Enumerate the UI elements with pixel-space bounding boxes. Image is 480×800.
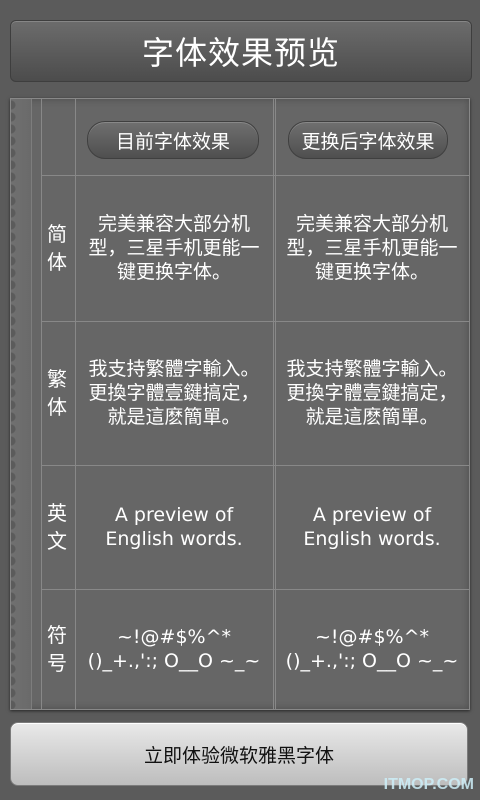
- new-symbols-cell: ~!@#$%^*()_+.,':; O__O ~_~: [285, 626, 459, 672]
- title-bar: 字体效果预览: [10, 20, 472, 82]
- current-english-cell: A preview of English words.: [105, 504, 243, 550]
- row-label-text: 符号: [47, 623, 67, 675]
- current-traditional-cell: 我支持繁體字輸入。更換字體壹鍵搞定，就是這麽簡單。: [88, 358, 260, 428]
- current-simplified-cell: 完美兼容大部分机型，三星手机更能一键更换字体。: [88, 213, 260, 283]
- watermark-text: ITMOP.COM: [383, 776, 474, 793]
- new-traditional-cell: 我支持繁體字輸入。更換字體壹鍵搞定，就是這麽簡單。: [286, 358, 458, 428]
- current-symbols-cell: ~!@#$%^*()_+.,':; O__O ~_~: [87, 626, 261, 672]
- page-title: 字体效果预览: [141, 34, 340, 72]
- row-label-traditional: 繁体: [41, 321, 73, 465]
- spiral-binding: [11, 99, 32, 709]
- new-simplified-cell: 完美兼容大部分机型，三星手机更能一键更换字体。: [286, 213, 458, 283]
- row-label-symbols: 符号: [41, 589, 73, 709]
- new-english-cell: A preview of English words.: [303, 504, 441, 550]
- row-label-text: 繁体: [47, 367, 67, 419]
- preview-card: 目前字体效果 更换后字体效果 简体 完美兼容大部分机型，三星手机更能一键更换字体…: [10, 98, 470, 710]
- row-label-simplified: 简体: [41, 175, 73, 321]
- current-font-header[interactable]: 目前字体效果: [87, 121, 259, 159]
- row-label-text: 简体: [47, 222, 67, 274]
- row-label-text: 英文: [47, 501, 67, 553]
- row-label-english: 英文: [41, 465, 73, 589]
- new-font-header[interactable]: 更换后字体效果: [288, 121, 448, 159]
- grid-line: [273, 99, 274, 709]
- try-font-button-label: 立即体验微软雅黑字体: [143, 744, 334, 767]
